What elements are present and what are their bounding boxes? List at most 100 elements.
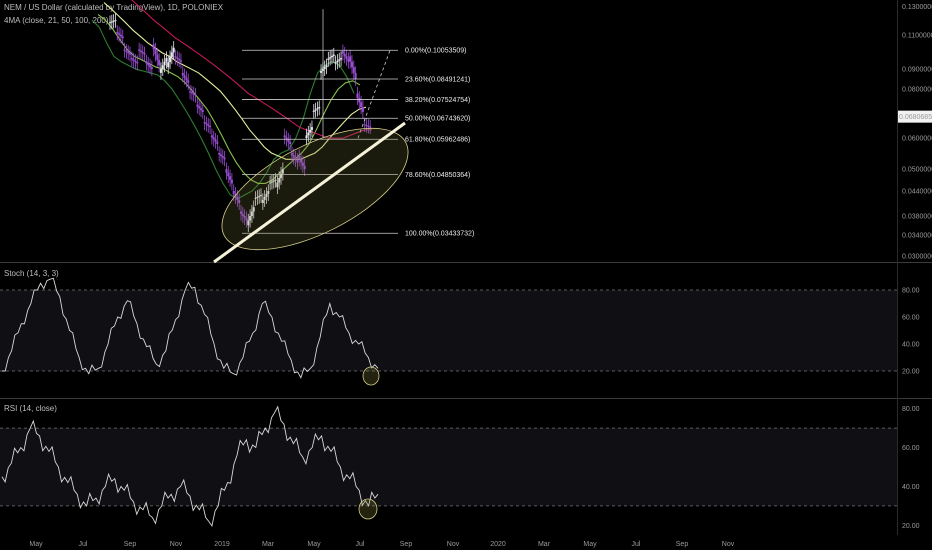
price-candle (203, 121, 206, 124)
time-axis-tick: Sep (400, 541, 413, 548)
price-candle (129, 53, 132, 55)
price-candle (354, 72, 357, 79)
price-candle (161, 65, 164, 70)
price-candle (167, 62, 170, 68)
price-candle (110, 21, 113, 23)
price-candle (358, 97, 361, 103)
price-candle (340, 58, 343, 60)
time-axis-tick: Jul (632, 541, 641, 548)
price-candle (341, 51, 344, 54)
osc-band (0, 428, 897, 506)
fib-diagonal (357, 50, 391, 139)
price-candle (201, 110, 204, 112)
price-candle (347, 58, 350, 62)
price-candle (149, 65, 152, 68)
last-price-label: 0.06806857 (899, 114, 932, 121)
price-candle (205, 123, 208, 125)
price-candle (312, 110, 315, 112)
time-axis-tick: Mar (538, 541, 551, 548)
price-axis-tick: 0.04400000 (902, 188, 932, 195)
time-axis-tick: Mar (262, 541, 275, 548)
price-candle (181, 72, 184, 76)
price-candle (336, 60, 339, 63)
price-candle (223, 157, 226, 160)
price-candle (170, 52, 173, 58)
price-candle (356, 93, 359, 98)
price-candle (349, 56, 352, 62)
price-candle (198, 106, 201, 109)
osc-axis-tick: 80.00 (902, 406, 920, 413)
price-candle (154, 49, 157, 55)
price-candle (343, 53, 346, 57)
price-candle (365, 125, 368, 127)
price-candle (218, 152, 221, 155)
chart-svg[interactable]: 0.00%(0.10053509) 23.60%(0.08491241) 38.20… (0, 0, 932, 550)
price-candle (121, 36, 124, 39)
price-candle (119, 34, 122, 37)
price-candle (150, 67, 153, 70)
price-candle (325, 65, 328, 68)
price-candle (194, 94, 197, 96)
price-candle (118, 33, 121, 35)
price-axis-tick: 0.03000000 (902, 254, 932, 261)
price-candle (163, 61, 166, 66)
time-axis-tick: May (583, 541, 597, 548)
price-candle (363, 124, 366, 126)
fib-level-label: 78.60%(0.04850364) (405, 172, 470, 179)
osc-band (0, 290, 897, 371)
price-candle (185, 77, 188, 81)
rsi-highlight (358, 498, 378, 520)
price-candle (158, 59, 161, 66)
price-candle (209, 125, 212, 128)
time-axis-tick: Jul (356, 541, 365, 548)
price-candle (320, 70, 323, 73)
price-candle (176, 57, 179, 59)
price-candle (199, 108, 202, 111)
price-axis-tick: 0.08000000 (902, 87, 932, 94)
price-candle (114, 20, 117, 22)
fib-level-label: 0.00%(0.10053509) (405, 48, 467, 55)
ma-line-3 (103, 2, 367, 160)
price-candle (329, 57, 332, 59)
price-candle (109, 22, 111, 24)
time-axis-tick: Nov (170, 541, 183, 548)
price-candle (190, 92, 193, 94)
price-candle (183, 75, 186, 78)
price-candle (174, 56, 177, 58)
price-candle (136, 62, 139, 64)
price-axis-tick: 0.03400000 (902, 232, 932, 239)
time-axis-tick: May (307, 541, 321, 548)
price-candle (230, 179, 233, 184)
price-candle (207, 124, 210, 126)
price-candle (307, 132, 310, 136)
price-candle (169, 57, 172, 63)
osc-axis-tick: 20.00 (902, 523, 920, 530)
price-candle (338, 59, 341, 61)
price-candle (332, 54, 335, 56)
price-candle (147, 63, 150, 66)
price-axis-tick: 0.06000000 (902, 136, 932, 143)
price-candle (130, 58, 133, 60)
price-candle (187, 80, 190, 83)
price-candle (165, 58, 168, 62)
price-candle (283, 135, 286, 138)
price-candle (134, 60, 137, 63)
price-candle (289, 141, 292, 144)
stoch-highlight (362, 366, 380, 386)
price-candle (123, 49, 126, 51)
price-candle (219, 154, 222, 157)
price-candle (361, 107, 364, 112)
osc-axis-tick: 60.00 (902, 445, 920, 452)
price-candle (225, 169, 228, 173)
price-candle (216, 141, 219, 144)
osc-axis-tick: 20.00 (902, 369, 920, 376)
osc-axis-tick: 60.00 (902, 315, 920, 322)
price-candle (192, 93, 195, 95)
price-candle (334, 62, 337, 64)
price-candle (305, 135, 308, 139)
price-candle (159, 69, 162, 73)
price-candle (323, 67, 326, 70)
osc-axis-tick: 40.00 (902, 484, 920, 491)
price-candle (350, 61, 353, 68)
price-axis-tick: 0.11000000 (902, 32, 932, 39)
